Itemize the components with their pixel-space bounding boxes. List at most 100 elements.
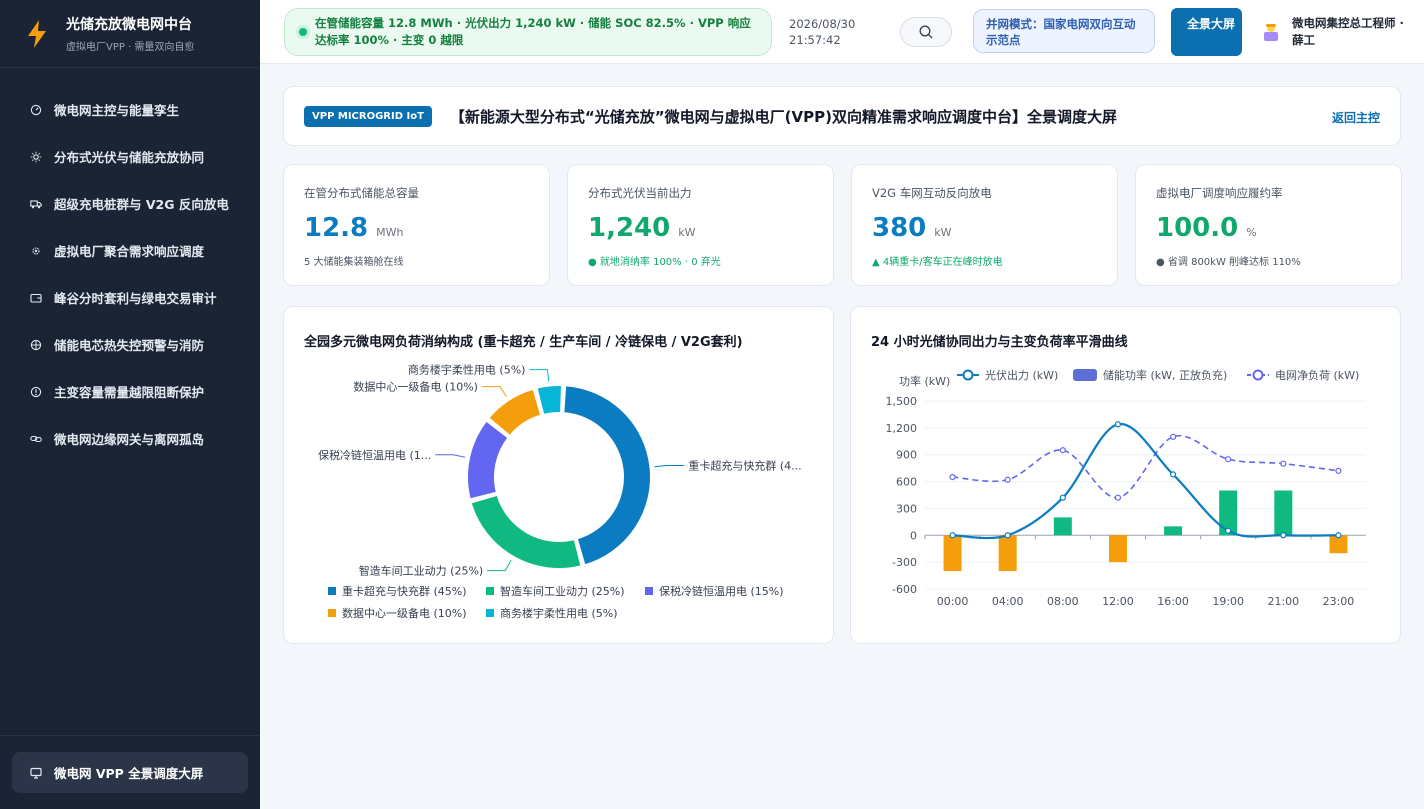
sidebar: 光储充放微电网中台 虚拟电厂VPP · 需量双向自愈 微电网主控与能量孪生 分布式…: [0, 0, 260, 809]
legend-label-3[interactable]: 数据中心一级备电 (10%): [342, 606, 467, 620]
sidebar-bottom: 微电网 VPP 全景调度大屏: [0, 735, 260, 809]
power-curve-panel: 24 小时光储协同出力与主变负荷率平滑曲线 功率 (kW) 1,500 1,200 9…: [850, 306, 1401, 644]
sidebar-item-5[interactable]: 储能电芯热失控预警与消防: [0, 321, 260, 368]
legend-storage-label[interactable]: 储能功率 (kW, 正放负充): [1103, 368, 1227, 382]
legend-label-1[interactable]: 智造车间工业动力 (25%): [500, 584, 625, 598]
pie-leader-line-4: [529, 369, 550, 382]
pv-output-point[interactable]: [1280, 532, 1287, 539]
kpi-card-0: 在管分布式储能总容量 12.8 MWh 5 大储能集装箱舱在线: [283, 164, 550, 286]
kpi-value: 12.8: [304, 213, 369, 243]
grid-load-point[interactable]: [1004, 476, 1011, 483]
pv-output-point[interactable]: [1114, 421, 1122, 428]
legend-grid-label[interactable]: 电网净负荷 (kW): [1275, 368, 1359, 382]
y-tick-label: 900: [896, 449, 917, 462]
wallet-icon: [30, 293, 42, 303]
storage-bar[interactable]: [1108, 535, 1127, 563]
grid-load-point[interactable]: [1280, 460, 1287, 467]
grid-load-point[interactable]: [1335, 467, 1342, 474]
truck-icon: [30, 199, 42, 208]
legend-pv-marker: [962, 369, 974, 381]
sidebar-item-3[interactable]: 虚拟电厂聚合需求响应调度: [0, 227, 260, 274]
status-banner: 在管储能容量 12.8 MWh · 光伏出力 1,240 kW · 储能 SOC…: [284, 8, 772, 56]
status-dot-icon: [299, 28, 307, 36]
storage-bar[interactable]: [1274, 490, 1293, 536]
user-name: 微电网集控总工程师 · 薛工: [1292, 16, 1404, 47]
fullscreen-button[interactable]: 全景大屏: [1171, 8, 1242, 56]
datetime: 2026/08/30 21:57:42: [789, 16, 855, 48]
y-axis-label: 功率 (kW): [899, 374, 950, 388]
storage-bar[interactable]: [1164, 526, 1183, 536]
sidebar-item-2[interactable]: 超级充电桩群与 V2G 反向放电: [0, 180, 260, 227]
legend-pv-label[interactable]: 光伏出力 (kW): [985, 368, 1058, 382]
grid-load-point[interactable]: [1059, 447, 1066, 454]
kpi-unit: kW: [934, 226, 952, 239]
search-icon: [919, 25, 933, 39]
gauge-icon: [30, 104, 42, 115]
y-tick-label: 1,200: [886, 422, 918, 435]
x-tick-label: 04:00: [992, 595, 1024, 608]
x-tick-label: 08:00: [1047, 595, 1079, 608]
page-banner: VPP MICROGRID IoT 【新能源大型分布式“光储充放”微电网与虚拟电…: [283, 86, 1401, 146]
pie-slice-2[interactable]: [466, 419, 510, 501]
grid-load-point[interactable]: [949, 473, 956, 481]
pv-output-point[interactable]: [1225, 527, 1232, 534]
legend-swatch-0: [328, 587, 336, 595]
legend-label-0[interactable]: 重卡超充与快充群 (45%): [342, 584, 467, 598]
x-tick-label: 16:00: [1157, 595, 1189, 608]
legend-label-4[interactable]: 商务楼宇柔性用电 (5%): [500, 606, 618, 620]
sidebar-item-vpp-dashboard[interactable]: 微电网 VPP 全景调度大屏: [12, 752, 248, 793]
pv-output-point[interactable]: [1059, 494, 1066, 501]
x-tick-label: 23:00: [1323, 595, 1355, 608]
kpi-label: 在管分布式储能总容量: [304, 186, 419, 200]
pie-slice-1[interactable]: [469, 493, 583, 570]
y-tick-label: 600: [896, 476, 917, 489]
y-tick-label: 1,500: [886, 395, 918, 408]
search-button[interactable]: [900, 17, 952, 47]
sidebar-item-label: 储能电芯热失控预警与消防: [54, 338, 205, 353]
iot-badge: VPP MICROGRID IoT: [304, 105, 432, 127]
legend-swatch-4: [486, 609, 494, 617]
sidebar-item-6[interactable]: 主变容量需量越限阻断保护: [0, 368, 260, 415]
load-composition-panel: 全园多元微电网负荷消纳构成 (重卡超充 / 生产车间 / 冷链保电 / V2G套…: [283, 306, 834, 644]
sidebar-item-7[interactable]: 微电网边缘网关与离网孤岛: [0, 415, 260, 462]
grid-load-point[interactable]: [1169, 433, 1177, 440]
storage-bar[interactable]: [998, 535, 1017, 572]
lightning-icon: [28, 19, 46, 48]
storage-bar[interactable]: [943, 535, 962, 572]
alert-icon: [30, 386, 42, 397]
legend-swatch-3: [328, 609, 336, 617]
y-tick-label: -600: [892, 583, 917, 596]
x-tick-label: 19:00: [1212, 595, 1244, 608]
sun-icon: [30, 151, 42, 162]
sidebar-item-4[interactable]: 峰谷分时套利与绿电交易审计: [0, 274, 260, 321]
grid-load-point[interactable]: [1225, 456, 1232, 463]
kpi-note: 5 大储能集装箱舱在线: [304, 257, 404, 268]
pie-leader-line-0: [654, 464, 685, 468]
sidebar-item-label: 峰谷分时套利与绿电交易审计: [54, 291, 217, 306]
grid-load-point[interactable]: [1114, 494, 1122, 501]
legend-label-2[interactable]: 保税冷链恒温用电 (15%): [659, 584, 784, 598]
storage-bar[interactable]: [1053, 517, 1072, 536]
pv-output-point[interactable]: [1169, 471, 1177, 478]
pv-output-point[interactable]: [1004, 532, 1011, 539]
kpi-label: 分布式光伏当前出力: [588, 186, 692, 200]
sidebar-nav: 微电网主控与能量孪生 分布式光伏与储能充放协同 超级充电桩群与 V2G 反向放电 虚拟…: [0, 68, 260, 462]
kpi-card-3: 虚拟电厂调度响应履约率 100.0% ● 省调 800kW 削峰达标 110%: [1135, 164, 1402, 286]
sidebar-item-1[interactable]: 分布式光伏与储能充放协同: [0, 133, 260, 180]
gear-icon: [32, 246, 40, 255]
pv-output-point[interactable]: [1335, 532, 1342, 539]
back-link[interactable]: 返回主控: [1332, 109, 1380, 126]
pv-output-point[interactable]: [949, 532, 956, 539]
user-profile[interactable]: 微电网集控总工程师 · 薛工: [1260, 15, 1412, 49]
date-text: 2026/08/30: [789, 17, 856, 31]
kpi-value: 100.0: [1156, 213, 1239, 243]
legend-storage-swatch: [1073, 369, 1097, 381]
legend-swatch-1: [486, 587, 494, 595]
sidebar-item-0[interactable]: 微电网主控与能量孪生: [0, 86, 260, 133]
pie-chart: 重卡超充与快充群 (4... 智造车间工业动力 (25%) 保税冷链恒温用电 (1.…: [318, 363, 802, 620]
y-tick-label: 300: [896, 502, 917, 515]
line-chart: 功率 (kW) 1,500 1,200 900 600 300 0 -300 -600 00:00…: [886, 368, 1366, 608]
kpi-card-2: V2G 车网互动反向放电 380 kW ▲ 4辆重卡/客车正在峰时放电: [851, 164, 1118, 286]
pie-slice-0[interactable]: [562, 384, 652, 567]
kpi-note: ▲ 4辆重卡/客车正在峰时放电: [872, 257, 1003, 268]
